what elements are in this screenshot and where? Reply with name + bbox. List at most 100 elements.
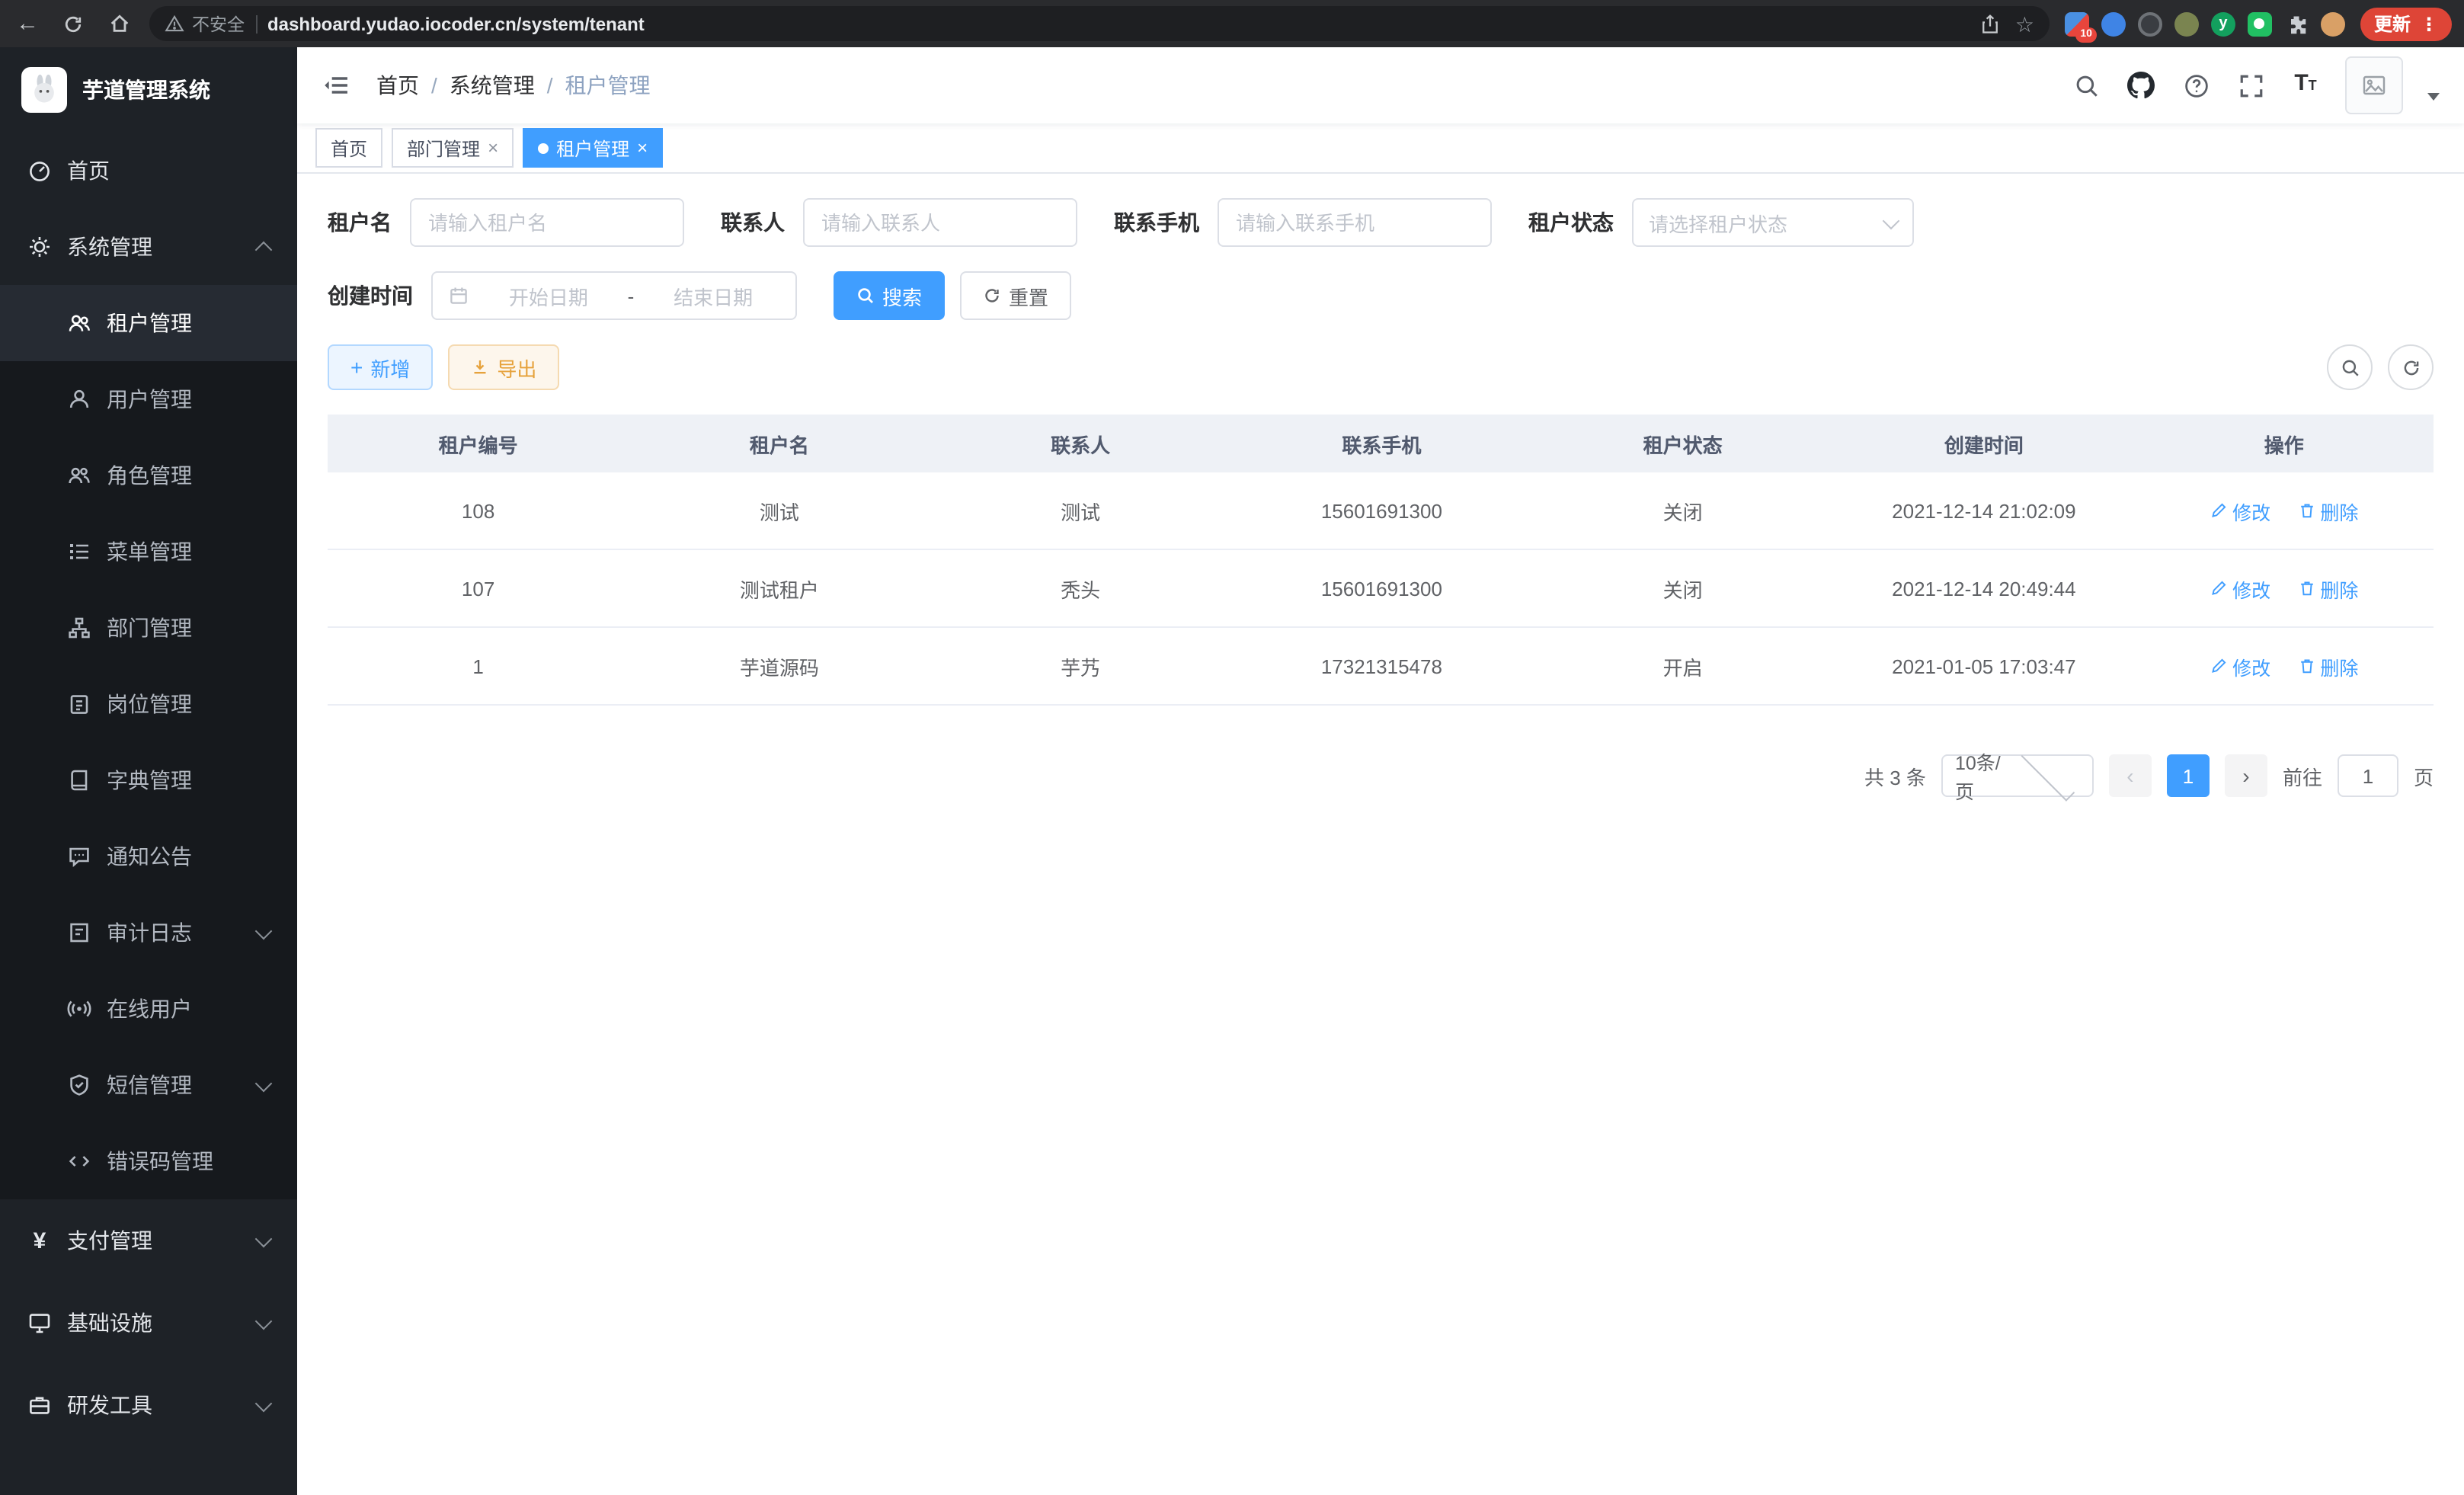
extension-icon-4[interactable] — [2174, 11, 2199, 36]
extension-icon-1[interactable]: 10 — [2065, 11, 2089, 36]
table-header-row: 租户编号 租户名 联系人 联系手机 租户状态 创建时间 操作 — [328, 415, 2434, 472]
address-bar[interactable]: 不安全 dashboard.yudao.iocoder.cn/system/te… — [149, 6, 2050, 41]
edit-button[interactable]: 修改 — [2210, 574, 2270, 603]
sidebar-item-tenant[interactable]: 租户管理 — [0, 285, 297, 361]
security-chip[interactable]: 不安全 — [165, 11, 245, 36]
sidebar-item-dept[interactable]: 部门管理 — [0, 590, 297, 666]
sidebar-item-error-code[interactable]: 错误码管理 — [0, 1123, 297, 1199]
export-button[interactable]: 导出 — [448, 344, 559, 390]
back-icon[interactable]: ← — [12, 8, 43, 39]
sidebar-item-home[interactable]: 首页 — [0, 133, 297, 209]
chevron-down-icon — [255, 1074, 273, 1092]
sidebar-item-system[interactable]: 系统管理 — [0, 209, 297, 285]
tag-dept[interactable]: 部门管理 × — [392, 128, 514, 168]
sidebar-item-notice[interactable]: 通知公告 — [0, 818, 297, 895]
sidebar-item-audit-log[interactable]: 审计日志 — [0, 895, 297, 971]
delete-button[interactable]: 删除 — [2297, 651, 2358, 680]
cell-actions: 修改 删除 — [2135, 627, 2434, 705]
sidebar-item-payment[interactable]: ¥ 支付管理 — [0, 1199, 297, 1282]
app-logo[interactable]: 芋道管理系统 — [0, 47, 297, 133]
mobile-label: 联系手机 — [1114, 207, 1199, 238]
extension-icon-3[interactable] — [2138, 11, 2162, 36]
date-separator: - — [628, 284, 635, 307]
log-icon — [67, 920, 91, 945]
chrome-update-button[interactable]: 更新 ⋮ — [2360, 7, 2452, 40]
sidebar-item-post[interactable]: 岗位管理 — [0, 666, 297, 742]
screen: ← 不安全 dashboard.yudao.iocoder.cn/system/… — [0, 0, 2464, 1495]
sidebar-item-online-user[interactable]: 在线用户 — [0, 971, 297, 1047]
system-submenu: 租户管理 用户管理 角色管理 — [0, 285, 297, 1199]
github-icon[interactable] — [2126, 70, 2156, 101]
tag-tenant[interactable]: 租户管理 × — [523, 128, 663, 168]
delete-button[interactable]: 删除 — [2297, 574, 2358, 603]
cell-mobile: 15601691300 — [1231, 472, 1532, 549]
edit-button[interactable]: 修改 — [2210, 651, 2270, 680]
org-tree-icon — [67, 616, 91, 640]
col-tenant-name: 租户名 — [629, 415, 930, 472]
extension-icon-6[interactable] — [2248, 11, 2272, 36]
tag-home[interactable]: 首页 — [315, 128, 382, 168]
sidebar-item-dev-tools[interactable]: 研发工具 — [0, 1364, 297, 1446]
sidebar-item-dict[interactable]: 字典管理 — [0, 742, 297, 818]
sidebar-item-menu[interactable]: 菜单管理 — [0, 514, 297, 590]
fullscreen-icon[interactable] — [2235, 70, 2266, 101]
cell-actions: 修改 删除 — [2135, 472, 2434, 549]
date-range-picker[interactable]: 开始日期 - 结束日期 — [431, 271, 797, 320]
hide-search-button[interactable] — [2327, 344, 2373, 390]
dict-book-icon — [67, 768, 91, 792]
extension-icon-5[interactable]: y — [2211, 11, 2235, 36]
sidebar-item-sms[interactable]: 短信管理 — [0, 1047, 297, 1123]
help-icon[interactable] — [2181, 70, 2211, 101]
page-size-select[interactable]: 10条/页 — [1941, 754, 2094, 797]
extension-badge: 10 — [2075, 27, 2097, 42]
tenant-table: 租户编号 租户名 联系人 联系手机 租户状态 创建时间 操作 108 测试 — [328, 415, 2434, 706]
close-icon[interactable]: × — [637, 137, 648, 158]
edit-button[interactable]: 修改 — [2210, 496, 2270, 525]
create-time-label: 创建时间 — [328, 280, 413, 311]
add-button[interactable]: + 新增 — [328, 344, 433, 390]
mobile-input[interactable] — [1218, 198, 1492, 247]
cell-created: 2021-12-14 20:49:44 — [1833, 549, 2134, 627]
user-icon — [67, 387, 91, 411]
hamburger-icon[interactable] — [322, 70, 352, 101]
reset-button-label: 重置 — [1009, 281, 1048, 310]
refresh-table-button[interactable] — [2388, 344, 2434, 390]
menu-kebab-icon[interactable]: ⋮ — [2420, 13, 2438, 34]
font-size-icon[interactable]: TT — [2290, 70, 2321, 101]
extension-icon-2[interactable] — [2101, 11, 2126, 36]
chevron-up-icon — [255, 241, 273, 258]
search-icon[interactable] — [2071, 70, 2101, 101]
tenant-name-input[interactable] — [410, 198, 684, 247]
profile-avatar[interactable] — [2321, 11, 2345, 36]
contact-input[interactable] — [803, 198, 1077, 247]
sidebar-item-label: 基础设施 — [67, 1308, 152, 1338]
app-title: 芋道管理系统 — [82, 75, 210, 105]
next-page-button[interactable]: › — [2225, 754, 2267, 797]
close-icon[interactable]: × — [488, 137, 498, 158]
goto-page-input[interactable] — [2338, 754, 2398, 797]
breadcrumb-home[interactable]: 首页 — [376, 70, 419, 101]
page-number-1[interactable]: 1 — [2167, 754, 2210, 797]
reset-button[interactable]: 重置 — [960, 271, 1071, 320]
table-row: 108 测试 测试 15601691300 关闭 2021-12-14 21:0… — [328, 472, 2434, 549]
sidebar-item-role[interactable]: 角色管理 — [0, 437, 297, 514]
sidebar-item-user[interactable]: 用户管理 — [0, 361, 297, 437]
puzzle-icon[interactable] — [2284, 11, 2309, 36]
chevron-down-icon — [255, 1312, 273, 1330]
cell-contact: 芋艿 — [930, 627, 1231, 705]
url-text[interactable]: dashboard.yudao.iocoder.cn/system/tenant — [267, 13, 1970, 34]
prev-page-button[interactable]: ‹ — [2109, 754, 2152, 797]
star-icon[interactable]: ☆ — [2015, 13, 2034, 34]
roles-icon — [67, 463, 91, 488]
breadcrumb-system[interactable]: 系统管理 — [450, 70, 535, 101]
avatar-broken-image[interactable] — [2345, 56, 2403, 114]
reload-icon[interactable] — [58, 8, 88, 39]
status-select[interactable]: 请选择租户状态 — [1632, 198, 1914, 247]
sidebar-item-label: 部门管理 — [107, 613, 192, 643]
share-icon[interactable] — [1980, 13, 2002, 34]
search-button[interactable]: 搜索 — [834, 271, 945, 320]
sidebar-item-infra[interactable]: 基础设施 — [0, 1282, 297, 1364]
delete-button[interactable]: 删除 — [2297, 496, 2358, 525]
caret-down-icon[interactable] — [2427, 92, 2440, 100]
home-icon[interactable] — [104, 8, 134, 39]
